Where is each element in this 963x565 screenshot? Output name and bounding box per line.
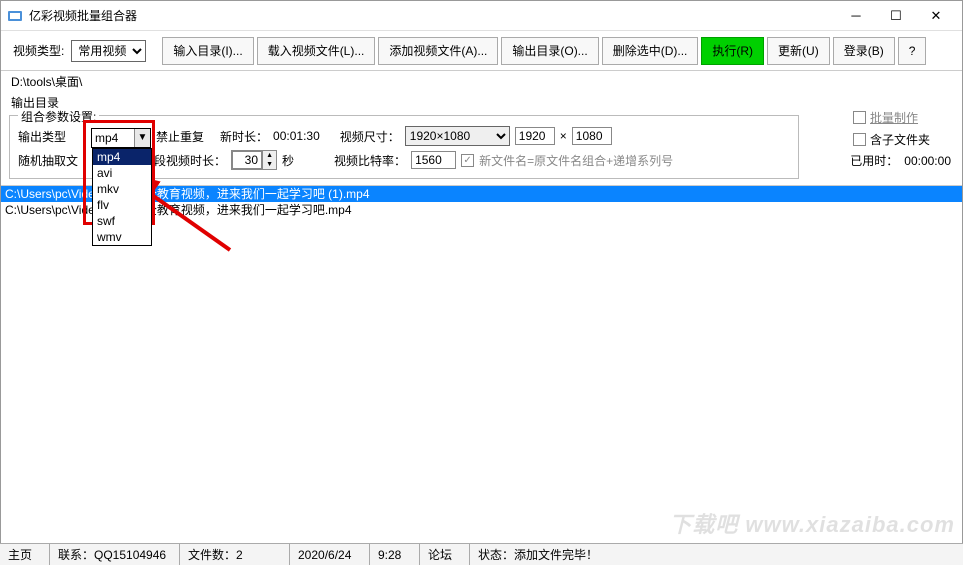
window-title: 亿彩视频批量组合器 xyxy=(29,7,836,24)
include-subfolder-label: 含子文件夹 xyxy=(870,131,930,148)
width-input[interactable] xyxy=(515,127,555,145)
random-extract-label: 随机抽取文 xyxy=(18,152,78,169)
delete-selected-button[interactable]: 删除选中(D)... xyxy=(602,37,699,65)
titlebar: 亿彩视频批量组合器 ─ ☐ ✕ xyxy=(1,1,962,31)
output-format-select[interactable]: mp4 ▼ xyxy=(91,128,151,148)
status-forum[interactable]: 论坛 xyxy=(420,544,470,565)
settings-legend: 组合参数设置: xyxy=(18,108,99,125)
status-main[interactable]: 主页 xyxy=(0,544,50,565)
status-message: 状态：添加文件完毕！ xyxy=(470,544,963,565)
execute-button[interactable]: 执行(R) xyxy=(701,37,764,65)
elapsed-time: 已用时： 00:00:00 xyxy=(850,152,951,169)
status-filecount: 文件数：2 xyxy=(180,544,290,565)
help-button[interactable]: ? xyxy=(898,37,927,65)
load-files-button[interactable]: 载入视频文件(L)... xyxy=(257,37,376,65)
status-date: 2020/6/24 xyxy=(290,544,370,565)
output-format-dropdown[interactable]: mp4 avi mkv flv swf wmv xyxy=(92,148,152,246)
video-type-label: 视频类型: xyxy=(13,42,64,59)
minimize-button[interactable]: ─ xyxy=(836,2,876,30)
status-time: 9:28 xyxy=(370,544,420,565)
segment-duration-spinner[interactable]: ▲▼ xyxy=(231,150,277,170)
toolbar: 视频类型: 常用视频 输入目录(I)... 载入视频文件(L)... 添加视频文… xyxy=(1,31,962,71)
batch-make-checkbox[interactable] xyxy=(853,111,866,124)
input-path: D:\tools\桌面\ xyxy=(1,71,962,92)
bitrate-label: 视频比特率： xyxy=(334,152,406,169)
new-duration-label: 新时长： xyxy=(220,128,268,145)
statusbar: 主页 联系：QQ15104946 文件数：2 2020/6/24 9:28 论坛… xyxy=(0,543,963,565)
output-path-label: 输出目录 xyxy=(1,92,962,113)
segment-label: 每段视频时长： xyxy=(142,152,226,169)
size-x: × xyxy=(560,129,567,143)
maximize-button[interactable]: ☐ xyxy=(876,2,916,30)
login-button[interactable]: 登录(B) xyxy=(833,37,895,65)
close-button[interactable]: ✕ xyxy=(916,2,956,30)
output-dir-button[interactable]: 输出目录(O)... xyxy=(501,37,598,65)
output-type-label: 输出类型 xyxy=(18,128,66,145)
include-subfolder-checkbox[interactable] xyxy=(853,133,866,146)
height-input[interactable] xyxy=(572,127,612,145)
video-size-select[interactable]: 1920×1080 xyxy=(405,126,510,146)
dropdown-option[interactable]: swf xyxy=(93,213,151,229)
seconds-label: 秒 xyxy=(282,152,294,169)
naming-label: 新文件名=原文件名组合+递增系列号 xyxy=(479,152,673,169)
add-files-button[interactable]: 添加视频文件(A)... xyxy=(378,37,498,65)
app-icon xyxy=(7,8,23,24)
dropdown-option[interactable]: mp4 xyxy=(93,149,151,165)
video-type-select[interactable]: 常用视频 xyxy=(71,40,146,62)
side-panel: 批量制作 含子文件夹 xyxy=(853,106,951,150)
chevron-down-icon: ▼ xyxy=(134,129,150,147)
update-button[interactable]: 更新(U) xyxy=(767,37,830,65)
dropdown-option[interactable]: flv xyxy=(93,197,151,213)
new-duration-value: 00:01:30 xyxy=(273,129,320,143)
dropdown-option[interactable]: mkv xyxy=(93,181,151,197)
input-dir-button[interactable]: 输入目录(I)... xyxy=(162,37,253,65)
video-size-label: 视频尺寸： xyxy=(340,128,400,145)
bitrate-input[interactable] xyxy=(411,151,456,169)
dropdown-option[interactable]: avi xyxy=(93,165,151,181)
naming-checkbox[interactable] xyxy=(461,154,474,167)
batch-make-label: 批量制作 xyxy=(870,109,918,126)
status-contact: 联系：QQ15104946 xyxy=(50,544,180,565)
no-repeat-label: 禁止重复 xyxy=(156,128,204,145)
dropdown-option[interactable]: wmv xyxy=(93,229,151,245)
